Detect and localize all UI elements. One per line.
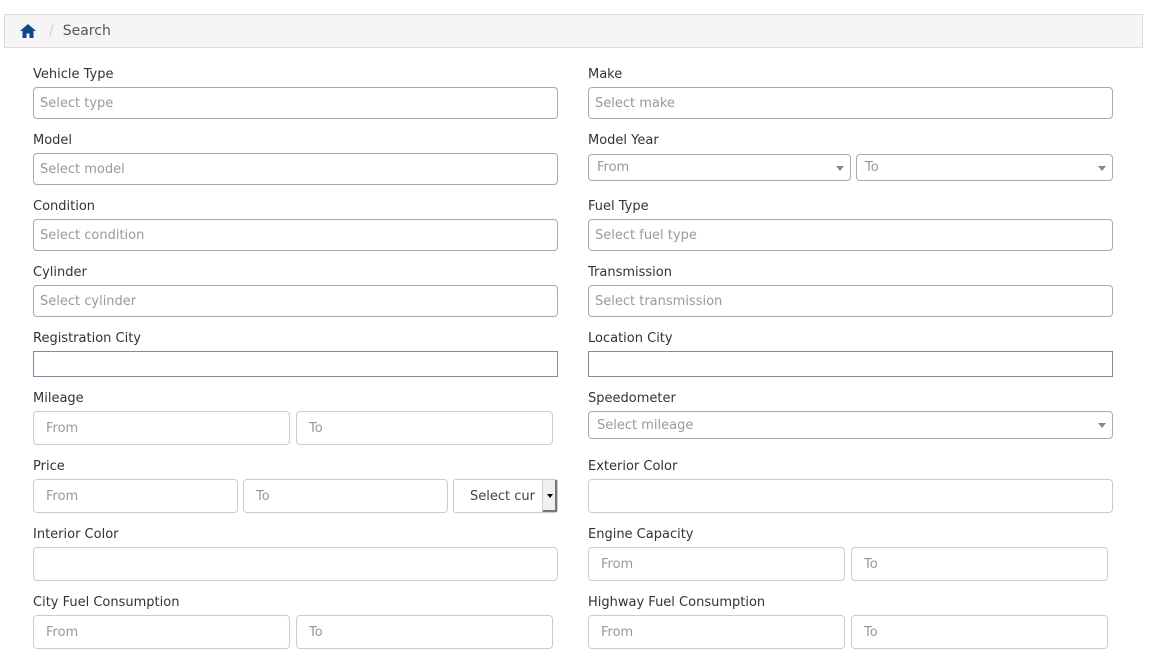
model-year-field: Model Year: [588, 133, 1113, 151]
model-label: Model: [33, 133, 73, 148]
condition-label: Condition: [33, 199, 96, 214]
engine-capacity-from-input[interactable]: From: [588, 547, 845, 581]
cylinder-label: Cylinder: [33, 265, 87, 280]
speedometer-field: Speedometer: [588, 391, 1113, 409]
home-icon[interactable]: [19, 23, 37, 39]
model-year-from-value: From: [597, 160, 630, 175]
cylinder-field: Cylinder: [33, 265, 558, 283]
mileage-to-input[interactable]: To: [296, 411, 553, 445]
make-select[interactable]: Select make: [588, 87, 1113, 119]
breadcrumb-current: Search: [62, 23, 111, 39]
model-year-label: Model Year: [588, 133, 659, 148]
price-label: Price: [33, 459, 65, 474]
fuel-type-field: Fuel Type: [588, 199, 1113, 217]
registration-city-label: Registration City: [33, 331, 142, 346]
vehicle-type-field: Vehicle Type: [33, 67, 558, 85]
fuel-type-label: Fuel Type: [588, 199, 649, 214]
transmission-label: Transmission: [588, 265, 672, 280]
chevron-down-icon: [836, 165, 844, 171]
price-field: Price: [33, 459, 558, 477]
location-city-label: Location City: [588, 331, 673, 346]
currency-select[interactable]: Select cur: [453, 479, 558, 513]
model-year-to-value: To: [865, 160, 879, 175]
currency-dropdown-button[interactable]: [542, 480, 557, 512]
model-year-from-select[interactable]: From: [588, 154, 851, 181]
chevron-down-icon: [547, 494, 553, 498]
speedometer-value: Select mileage: [597, 417, 694, 433]
vehicle-type-label: Vehicle Type: [33, 67, 114, 82]
location-city-field: Location City: [588, 331, 1113, 349]
exterior-color-label: Exterior Color: [588, 459, 678, 474]
price-from-input[interactable]: From: [33, 479, 238, 513]
model-select[interactable]: Select model: [33, 153, 558, 185]
fuel-type-select[interactable]: Select fuel type: [588, 219, 1113, 251]
highway-fuel-from-input[interactable]: From: [588, 615, 845, 649]
city-fuel-to-input[interactable]: To: [296, 615, 553, 649]
engine-capacity-to-input[interactable]: To: [851, 547, 1108, 581]
highway-fuel-label: Highway Fuel Consumption: [588, 595, 766, 610]
price-to-input[interactable]: To: [243, 479, 448, 513]
highway-fuel-field: Highway Fuel Consumption: [588, 595, 1113, 613]
engine-capacity-label: Engine Capacity: [588, 527, 694, 542]
transmission-field: Transmission: [588, 265, 1113, 283]
make-label: Make: [588, 67, 623, 82]
exterior-color-input[interactable]: [588, 479, 1113, 513]
speedometer-select[interactable]: Select mileage: [588, 411, 1113, 439]
make-field: Make: [588, 67, 1113, 85]
engine-capacity-field: Engine Capacity: [588, 527, 1113, 545]
model-year-to-select[interactable]: To: [856, 154, 1113, 181]
speedometer-label: Speedometer: [588, 391, 676, 406]
interior-color-input[interactable]: [33, 547, 558, 581]
cylinder-select[interactable]: Select cylinder: [33, 285, 558, 317]
city-fuel-field: City Fuel Consumption: [33, 595, 558, 613]
model-field: Model: [33, 133, 558, 151]
location-city-input[interactable]: [588, 351, 1113, 377]
registration-city-input[interactable]: [33, 351, 558, 377]
exterior-color-field: Exterior Color: [588, 459, 1113, 477]
currency-value: Select cur: [470, 488, 535, 504]
condition-select[interactable]: Select condition: [33, 219, 558, 251]
breadcrumb: / Search: [4, 14, 1143, 48]
highway-fuel-to-input[interactable]: To: [851, 615, 1108, 649]
mileage-label: Mileage: [33, 391, 84, 406]
breadcrumb-separator: /: [49, 23, 54, 39]
transmission-select[interactable]: Select transmission: [588, 285, 1113, 317]
city-fuel-from-input[interactable]: From: [33, 615, 290, 649]
registration-city-field: Registration City: [33, 331, 558, 349]
vehicle-type-select[interactable]: Select type: [33, 87, 558, 119]
mileage-field: Mileage: [33, 391, 558, 409]
condition-field: Condition: [33, 199, 558, 217]
interior-color-label: Interior Color: [33, 527, 119, 542]
city-fuel-label: City Fuel Consumption: [33, 595, 180, 610]
chevron-down-icon: [1098, 423, 1106, 428]
mileage-from-input[interactable]: From: [33, 411, 290, 445]
chevron-down-icon: [1098, 165, 1106, 171]
interior-color-field: Interior Color: [33, 527, 558, 545]
